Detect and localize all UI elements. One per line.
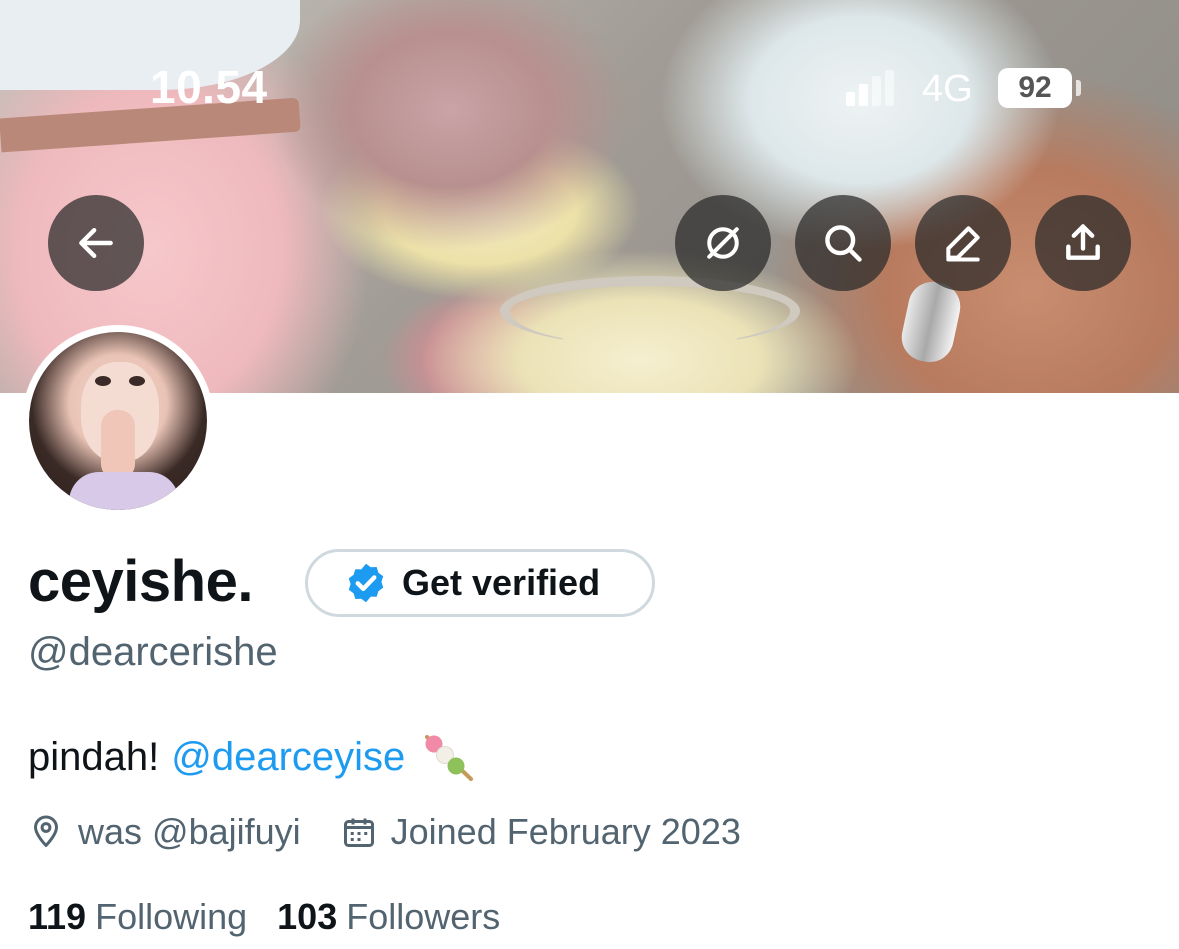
avatar-photo — [29, 332, 207, 510]
profile-meta: was @bajifuyi Joined February 2023 — [28, 810, 741, 854]
search-icon — [825, 225, 862, 262]
share-button[interactable] — [1035, 195, 1131, 291]
user-handle: @dearcerishe — [28, 630, 278, 674]
location-pin-icon — [34, 815, 58, 847]
banner-cup-shape — [500, 276, 800, 346]
calendar-icon — [343, 818, 374, 847]
battery-level: 92 — [1018, 71, 1052, 104]
display-name: ceyishe. — [28, 549, 253, 614]
share-icon — [1066, 224, 1100, 260]
follow-stats: 119 Following 103 Followers — [28, 896, 500, 938]
avatar-eye — [95, 376, 111, 386]
verified-badge-icon — [348, 563, 384, 603]
profile-banner[interactable] — [0, 0, 1179, 393]
network-type: 4G — [922, 68, 973, 110]
pencil-icon — [946, 226, 980, 262]
status-time: 10.54 — [150, 61, 268, 113]
avatar[interactable] — [22, 325, 214, 517]
avatar-eye — [129, 376, 145, 386]
joined-text: Joined February 2023 — [390, 811, 741, 852]
joined-item: Joined February 2023 — [341, 811, 741, 853]
search-button[interactable] — [795, 195, 891, 291]
signal-icon — [846, 70, 896, 106]
followers-label: Followers — [346, 896, 501, 937]
followers-count: 103 — [277, 896, 338, 937]
edit-button[interactable] — [915, 195, 1011, 291]
get-verified-button[interactable]: Get verified — [305, 549, 655, 617]
grok-button[interactable] — [675, 195, 771, 291]
battery-icon: 92 — [998, 68, 1072, 108]
bio-text: pindah! — [28, 734, 160, 779]
following-link[interactable]: 119 Following — [28, 896, 247, 938]
arrow-left-icon — [79, 227, 113, 259]
get-verified-label: Get verified — [402, 562, 601, 603]
bio: pindah! @dearceyise — [28, 729, 479, 785]
banner-ring-shape — [897, 277, 965, 367]
following-count: 119 — [28, 896, 87, 937]
location-text: was @bajifuyi — [78, 811, 301, 852]
followers-link[interactable]: 103 Followers — [277, 896, 500, 938]
back-button[interactable] — [48, 195, 144, 291]
dango-icon — [425, 735, 474, 781]
slash-circle-icon — [707, 227, 739, 259]
battery-tip — [1076, 80, 1081, 96]
avatar-shirt — [69, 472, 179, 510]
bio-mention-link[interactable]: @dearceyise — [171, 735, 405, 780]
following-label: Following — [95, 896, 248, 937]
avatar-hand — [101, 410, 135, 480]
location-item: was @bajifuyi — [28, 811, 301, 853]
